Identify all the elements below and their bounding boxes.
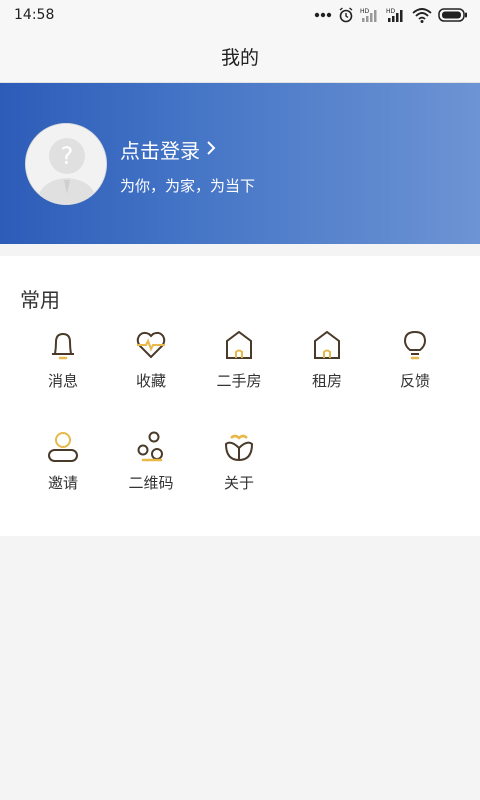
profile-banner: ? 点击登录 为你，为家，为当下 xyxy=(0,83,480,244)
menu-item-label: 消息 xyxy=(47,372,78,390)
menu-item-invite[interactable]: 邀请 xyxy=(19,430,107,500)
menu-item-message[interactable]: 消息 xyxy=(19,328,107,398)
menu-item-label: 二维码 xyxy=(128,474,174,492)
signal-hd-label-1: HD xyxy=(360,8,370,15)
common-card: 常用 消息 收藏 二手房 租房 反馈 邀请 二维码 关于 xyxy=(0,256,480,536)
house-icon xyxy=(310,328,344,362)
nav-bar: 我的 xyxy=(0,30,480,83)
menu-item-label: 邀请 xyxy=(47,474,78,492)
status-bar: 14:58 HD HD xyxy=(0,0,480,30)
default-avatar-icon: ? xyxy=(26,124,106,204)
login-label: 点击登录 xyxy=(120,139,200,163)
avatar[interactable]: ? xyxy=(25,123,107,205)
menu-item-label: 关于 xyxy=(223,474,254,492)
house-icon xyxy=(222,328,256,362)
battery-icon xyxy=(438,8,468,22)
page-title: 我的 xyxy=(220,46,259,69)
menu-item-label: 租房 xyxy=(311,372,342,390)
signal-icon-1: HD xyxy=(360,7,380,23)
heart-icon xyxy=(134,328,168,362)
status-icons: HD HD xyxy=(314,7,468,23)
chevron-right-icon xyxy=(206,140,216,160)
svg-text:?: ? xyxy=(61,142,74,170)
menu-item-label: 收藏 xyxy=(135,372,166,390)
circles-icon xyxy=(134,430,168,464)
status-time: 14:58 xyxy=(14,7,55,23)
about-icon xyxy=(222,430,256,464)
lightbulb-icon xyxy=(398,328,432,362)
bell-icon xyxy=(46,328,80,362)
menu-item-qrcode[interactable]: 二维码 xyxy=(107,430,195,500)
signal-hd-label-2: HD xyxy=(386,8,396,15)
login-link[interactable]: 点击登录 xyxy=(120,135,216,164)
menu-item-favorite[interactable]: 收藏 xyxy=(107,328,195,398)
signal-icon-2: HD xyxy=(386,7,406,23)
menu-item-second-hand-house[interactable]: 二手房 xyxy=(195,328,283,398)
more-dots-icon xyxy=(314,12,332,18)
section-title: 常用 xyxy=(20,288,60,312)
slogan: 为你，为家，为当下 xyxy=(120,177,256,195)
alarm-icon xyxy=(338,7,354,23)
menu-item-rent[interactable]: 租房 xyxy=(283,328,371,398)
menu-item-feedback[interactable]: 反馈 xyxy=(371,328,459,398)
menu-item-label: 反馈 xyxy=(399,372,430,390)
menu-item-about[interactable]: 关于 xyxy=(195,430,283,500)
menu-item-label: 二手房 xyxy=(216,372,262,390)
wifi-icon xyxy=(412,7,432,23)
user-icon xyxy=(46,430,80,464)
